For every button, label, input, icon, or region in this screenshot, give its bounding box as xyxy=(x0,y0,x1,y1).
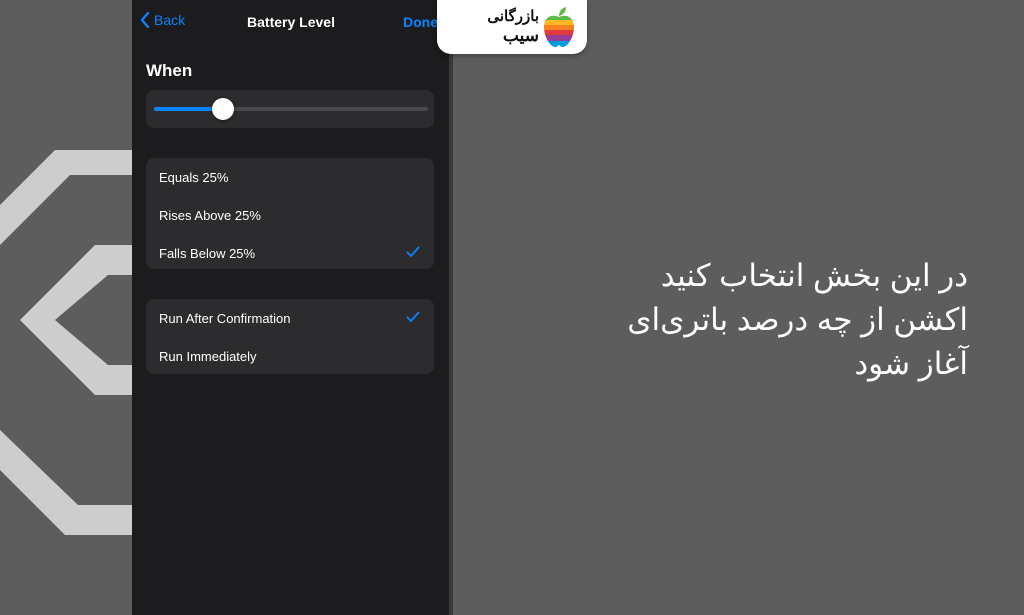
decorative-background xyxy=(0,0,132,615)
option-label: Run Immediately xyxy=(159,348,257,364)
option-falls-below[interactable]: Falls Below 25% xyxy=(146,234,434,272)
apple-logo-icon xyxy=(544,7,574,48)
option-label: Falls Below 25% xyxy=(159,245,256,261)
battery-slider-card xyxy=(146,90,434,128)
logo-text: بازرگانی سیب xyxy=(459,8,539,46)
logo-line-1: بازرگانی xyxy=(487,8,539,25)
done-button[interactable]: Done xyxy=(403,14,438,30)
option-label: Run After Confirmation xyxy=(159,310,291,326)
checkmark-icon xyxy=(406,246,420,257)
phone-edge xyxy=(449,0,453,615)
decorative-chevrons xyxy=(0,150,132,535)
logo-line-2: سیب xyxy=(502,26,539,45)
option-rises-above[interactable]: Rises Above 25% xyxy=(146,196,434,234)
caption-line-3: آغاز شود xyxy=(854,346,968,381)
caption-line-1: در این بخش انتخاب کنید xyxy=(660,258,968,293)
slider-thumb[interactable] xyxy=(211,98,234,120)
option-label: Rises Above 25% xyxy=(159,207,261,223)
navigation-bar: Back Battery Level Done xyxy=(132,0,450,44)
caption-line-2: اکشن از چه درصد باتری‌ای xyxy=(627,302,968,337)
option-label: Equals 25% xyxy=(159,169,229,185)
phone-screen: Back Battery Level Done When Equals 25% … xyxy=(132,0,450,615)
section-title-when: When xyxy=(146,61,193,80)
option-run-after-confirmation[interactable]: Run After Confirmation xyxy=(146,299,434,337)
brand-logo: بازرگانی سیب xyxy=(437,0,587,54)
checkmark-icon xyxy=(406,311,420,322)
battery-slider[interactable] xyxy=(154,107,428,111)
instruction-caption: در این بخش انتخاب کنید اکشن از چه درصد ب… xyxy=(508,254,968,386)
run-options-card: Run After Confirmation Run Immediately xyxy=(146,299,434,374)
option-equals[interactable]: Equals 25% xyxy=(146,158,434,196)
option-run-immediately[interactable]: Run Immediately xyxy=(146,337,434,375)
condition-options-card: Equals 25% Rises Above 25% Falls Below 2… xyxy=(146,158,434,269)
